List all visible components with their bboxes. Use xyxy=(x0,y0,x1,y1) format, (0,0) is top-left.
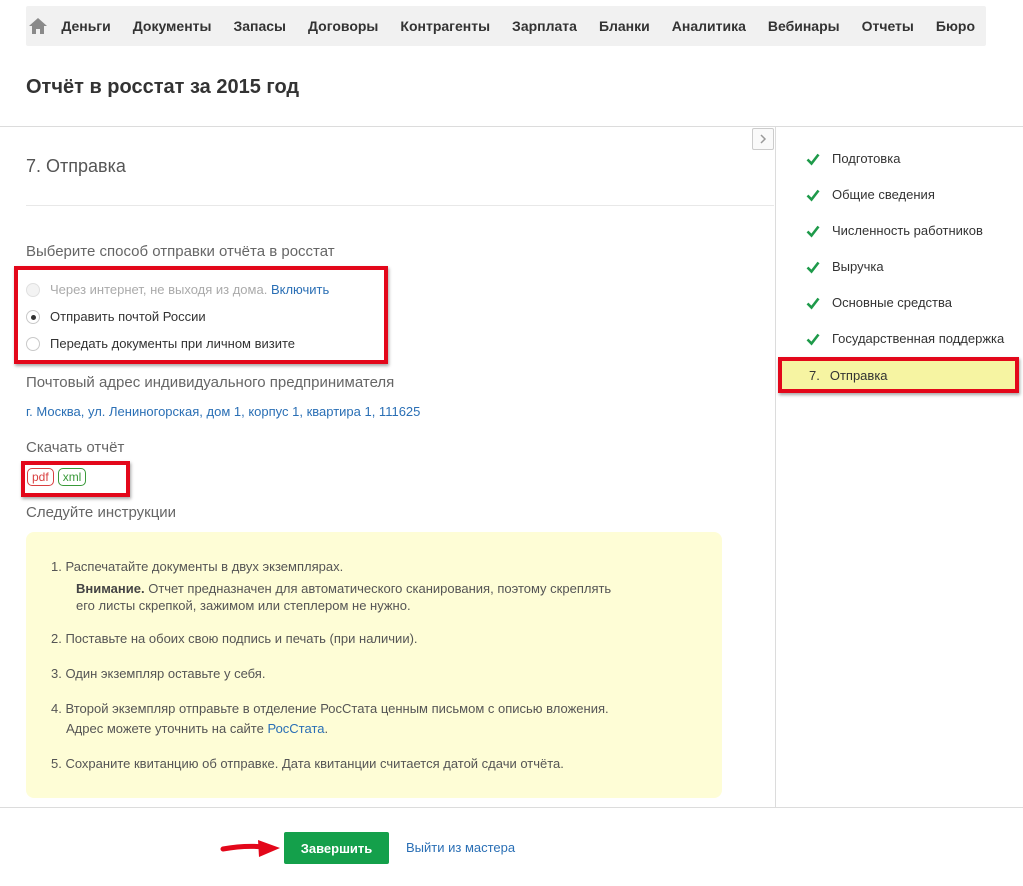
collapse-sidebar-button[interactable] xyxy=(752,128,774,150)
instruction-item: 2. Поставьте на обоих свою подпись и печ… xyxy=(51,631,418,646)
instructions-label: Следуйте инструкции xyxy=(26,504,177,521)
nav-item-bureau[interactable]: Бюро xyxy=(925,6,986,46)
checkmark-icon xyxy=(806,153,820,165)
sidebar-step-revenue[interactable]: Выручка xyxy=(806,259,884,274)
nav-item-documents[interactable]: Документы xyxy=(122,6,223,46)
address-value: г. Москва, ул. Лениногорская, дом 1, кор… xyxy=(26,404,421,419)
divider xyxy=(0,807,1023,808)
checkmark-icon xyxy=(806,333,820,345)
send-method-label: Выберите способ отправки отчёта в росста… xyxy=(26,243,335,260)
home-button[interactable] xyxy=(26,6,50,46)
chevron-right-icon xyxy=(760,134,767,144)
instruction-item: 1. Распечатайте документы в двух экземпл… xyxy=(51,559,612,613)
divider xyxy=(26,205,774,206)
nav-item-counterparties[interactable]: Контрагенты xyxy=(389,6,501,46)
download-label: Скачать отчёт xyxy=(26,439,125,456)
step-title: 7. Отправка xyxy=(26,156,126,176)
nav-item-contracts[interactable]: Договоры xyxy=(297,6,389,46)
nav-item-webinars[interactable]: Вебинары xyxy=(757,6,851,46)
home-icon xyxy=(29,18,48,34)
instruction-item: 5. Сохраните квитанцию об отправке. Дата… xyxy=(51,756,564,771)
page-title: Отчёт в росстат за 2015 год xyxy=(26,76,300,98)
address-label: Почтовый адрес индивидуального предприни… xyxy=(26,374,395,391)
checkmark-icon xyxy=(806,225,820,237)
nav-item-forms[interactable]: Бланки xyxy=(588,6,661,46)
annotation-highlight-box xyxy=(14,266,388,364)
nav-item-salary[interactable]: Зарплата xyxy=(501,6,588,46)
annotation-highlight-box xyxy=(21,461,130,497)
nav-item-reports[interactable]: Отчеты xyxy=(851,6,925,46)
instruction-item: 3. Один экземпляр оставьте у себя. xyxy=(51,666,266,681)
sidebar-step-employees[interactable]: Численность работников xyxy=(806,223,983,238)
nav-item-analytics[interactable]: Аналитика xyxy=(661,6,757,46)
sidebar-step-fixed-assets[interactable]: Основные средства xyxy=(806,295,952,310)
divider xyxy=(775,126,776,808)
checkmark-icon xyxy=(806,189,820,201)
checkmark-icon xyxy=(806,297,820,309)
checkmark-icon xyxy=(806,261,820,273)
arrow-right-icon xyxy=(220,840,280,857)
nav-item-stock[interactable]: Запасы xyxy=(222,6,297,46)
rosstat-link[interactable]: РосСтата xyxy=(267,721,324,736)
divider xyxy=(0,126,1023,127)
finish-button[interactable]: Завершить xyxy=(284,832,389,864)
sidebar-step-preparation[interactable]: Подготовка xyxy=(806,151,900,166)
exit-wizard-link[interactable]: Выйти из мастера xyxy=(406,840,515,855)
sidebar-step-state-support[interactable]: Государственная поддержка xyxy=(806,331,1004,346)
sidebar-step-sending-active[interactable]: 7. Отправка xyxy=(778,357,1019,393)
top-navigation: Деньги Документы Запасы Договоры Контраг… xyxy=(26,6,986,46)
sidebar-step-general-info[interactable]: Общие сведения xyxy=(806,187,935,202)
instruction-item: 4. Второй экземпляр отправьте в отделени… xyxy=(51,701,609,736)
nav-item-money[interactable]: Деньги xyxy=(50,6,121,46)
